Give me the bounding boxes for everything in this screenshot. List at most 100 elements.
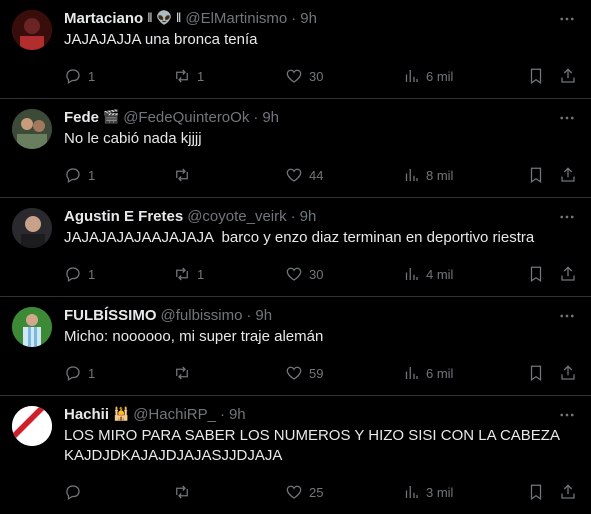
views-button[interactable]: 6 mil bbox=[402, 364, 527, 382]
more-options-icon[interactable] bbox=[557, 207, 577, 227]
views-button[interactable]: 8 mil bbox=[402, 166, 527, 184]
like-button[interactable]: 30 bbox=[285, 265, 402, 283]
retweet-button[interactable]: 1 bbox=[173, 67, 285, 85]
retweet-icon bbox=[173, 483, 191, 501]
reply-count: 1 bbox=[88, 266, 96, 282]
tweet[interactable]: Martaciano ‖ 👽 ‖ @ElMartinismo · 9h JAJA… bbox=[0, 0, 591, 99]
author-name[interactable]: Martaciano bbox=[64, 10, 143, 27]
separator-dot: · bbox=[219, 405, 225, 423]
tweet-text: JAJAJAJAJAAJAJAJA barco y enzo diaz term… bbox=[64, 229, 535, 246]
views-icon bbox=[402, 166, 420, 184]
retweet-button[interactable] bbox=[173, 364, 285, 382]
timestamp[interactable]: 9h bbox=[300, 208, 317, 225]
like-icon bbox=[285, 364, 303, 382]
share-icon bbox=[559, 166, 577, 184]
reply-button[interactable] bbox=[64, 483, 173, 501]
more-options-icon[interactable] bbox=[557, 306, 577, 326]
separator-dot: · bbox=[290, 207, 296, 225]
timestamp[interactable]: 9h bbox=[262, 109, 279, 126]
author-handle[interactable]: @FedeQuinteroOk bbox=[123, 109, 249, 126]
reply-button[interactable]: 1 bbox=[64, 265, 173, 283]
reply-button[interactable]: 1 bbox=[64, 166, 173, 184]
author-name[interactable]: Agustin E Fretes bbox=[64, 208, 183, 225]
views-button[interactable]: 6 mil bbox=[402, 67, 527, 85]
author-name[interactable]: Hachii bbox=[64, 406, 109, 423]
views-icon bbox=[402, 265, 420, 283]
bookmark-button[interactable] bbox=[527, 166, 559, 184]
avatar[interactable] bbox=[12, 307, 52, 347]
reply-icon bbox=[64, 67, 82, 85]
reply-count: 1 bbox=[88, 167, 96, 183]
tweet[interactable]: Agustin E Fretes @coyote_veirk · 9h JAJA… bbox=[0, 198, 591, 297]
like-count: 59 bbox=[309, 365, 324, 381]
author-name[interactable]: FULBÍSSIMO bbox=[64, 307, 157, 324]
like-icon bbox=[285, 67, 303, 85]
timestamp[interactable]: 9h bbox=[229, 406, 246, 423]
tweet-actions: 1 59 6 mil bbox=[64, 357, 579, 395]
retweet-button[interactable]: 1 bbox=[173, 265, 285, 283]
author-handle[interactable]: @HachiRP_ bbox=[133, 406, 216, 423]
views-button[interactable]: 3 mil bbox=[402, 483, 527, 501]
retweet-icon bbox=[173, 364, 191, 382]
share-icon bbox=[559, 67, 577, 85]
reply-icon bbox=[64, 166, 82, 184]
views-count: 6 mil bbox=[426, 365, 454, 381]
reply-icon bbox=[64, 364, 82, 382]
avatar[interactable] bbox=[12, 109, 52, 149]
more-options-icon[interactable] bbox=[557, 405, 577, 425]
separator-dot: · bbox=[253, 108, 259, 126]
views-button[interactable]: 4 mil bbox=[402, 265, 527, 283]
bookmark-button[interactable] bbox=[527, 265, 559, 283]
retweet-icon bbox=[173, 67, 191, 85]
avatar[interactable] bbox=[12, 406, 52, 446]
timestamp[interactable]: 9h bbox=[255, 307, 272, 324]
retweet-icon bbox=[173, 265, 191, 283]
retweet-button[interactable] bbox=[173, 166, 285, 184]
share-button[interactable] bbox=[559, 265, 579, 283]
separator-dot: · bbox=[246, 306, 252, 324]
tweet-actions: 25 3 mil bbox=[64, 476, 579, 514]
reply-button[interactable]: 1 bbox=[64, 67, 173, 85]
author-handle[interactable]: @coyote_veirk bbox=[187, 208, 286, 225]
share-button[interactable] bbox=[559, 67, 579, 85]
bookmark-icon bbox=[527, 166, 545, 184]
author-name[interactable]: Fede bbox=[64, 109, 99, 126]
author-handle[interactable]: @ElMartinismo bbox=[185, 10, 287, 27]
like-button[interactable]: 30 bbox=[285, 67, 402, 85]
avatar[interactable] bbox=[12, 10, 52, 50]
reply-count: 1 bbox=[88, 68, 96, 84]
share-button[interactable] bbox=[559, 483, 579, 501]
more-options-icon[interactable] bbox=[557, 9, 577, 29]
retweet-button[interactable] bbox=[173, 483, 285, 501]
views-icon bbox=[402, 483, 420, 501]
tweet[interactable]: Fede 🎬 @FedeQuinteroOk · 9h No le cabió … bbox=[0, 99, 591, 198]
tweet[interactable]: Hachii 🕌 @HachiRP_ · 9h LOS MIRO PARA SA… bbox=[0, 396, 591, 508]
tweet-header: FULBÍSSIMO @fulbissimo · 9h bbox=[64, 305, 579, 325]
views-icon bbox=[402, 364, 420, 382]
author-badge: ‖ 👽 ‖ bbox=[147, 10, 182, 25]
views-icon bbox=[402, 67, 420, 85]
like-icon bbox=[285, 166, 303, 184]
share-button[interactable] bbox=[559, 364, 579, 382]
bookmark-button[interactable] bbox=[527, 483, 559, 501]
like-button[interactable]: 59 bbox=[285, 364, 402, 382]
more-options-icon[interactable] bbox=[557, 108, 577, 128]
bookmark-button[interactable] bbox=[527, 364, 559, 382]
share-button[interactable] bbox=[559, 166, 579, 184]
avatar[interactable] bbox=[12, 208, 52, 248]
like-button[interactable]: 25 bbox=[285, 483, 402, 501]
tweet-text: No le cabió nada kjjjj bbox=[64, 130, 202, 147]
timestamp[interactable]: 9h bbox=[300, 10, 317, 27]
like-count: 30 bbox=[309, 68, 324, 84]
author-handle[interactable]: @fulbissimo bbox=[161, 307, 243, 324]
tweet-actions: 1 44 8 mil bbox=[64, 159, 579, 197]
bookmark-button[interactable] bbox=[527, 67, 559, 85]
reply-icon bbox=[64, 265, 82, 283]
bookmark-icon bbox=[527, 483, 545, 501]
bookmark-icon bbox=[527, 364, 545, 382]
tweet[interactable]: FULBÍSSIMO @fulbissimo · 9h Micho: noooo… bbox=[0, 297, 591, 396]
like-button[interactable]: 44 bbox=[285, 166, 402, 184]
reply-button[interactable]: 1 bbox=[64, 364, 173, 382]
like-count: 30 bbox=[309, 266, 324, 282]
separator-dot: · bbox=[291, 9, 297, 27]
